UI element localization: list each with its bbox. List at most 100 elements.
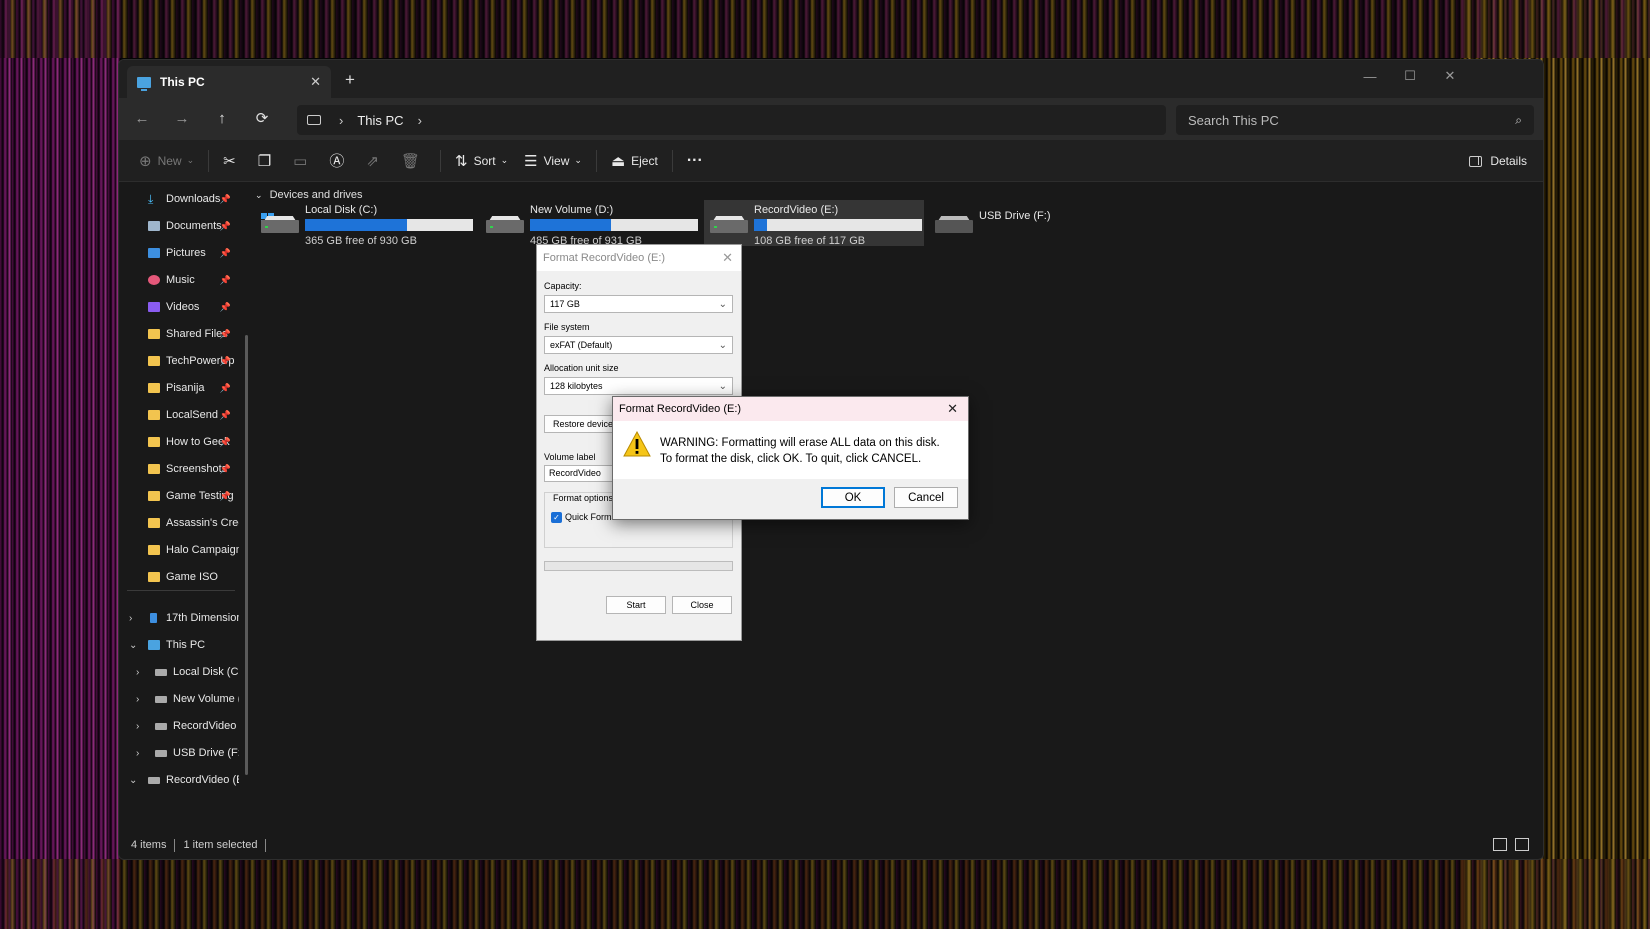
sidebar-item-usb-drive-f[interactable]: › USB Drive (F:) xyxy=(119,741,239,765)
sidebar-item-assassins-creed[interactable]: Assassin's Creed xyxy=(119,511,239,535)
sidebar-item-localsend[interactable]: LocalSend 📌 xyxy=(119,403,239,427)
search-input[interactable] xyxy=(1188,112,1488,128)
drive-usb-f[interactable]: USB Drive (F:) xyxy=(929,200,1099,246)
chevron-right-icon[interactable]: › xyxy=(129,613,132,624)
up-icon[interactable]: ↑ xyxy=(211,108,233,130)
format-dialog-title: Format RecordVideo (E:) xyxy=(543,252,666,264)
sidebar-item-this-pc[interactable]: ⌄ This PC xyxy=(119,633,239,657)
chevron-down-icon[interactable]: ⌄ xyxy=(129,640,137,651)
details-view-icon[interactable] xyxy=(1493,838,1507,851)
sidebar-item-videos[interactable]: Videos 📌 xyxy=(119,295,239,319)
capacity-select[interactable]: 117 GB ⌄ xyxy=(544,295,733,313)
drive-local-disk-c[interactable]: Local Disk (C:) 365 GB free of 930 GB xyxy=(255,200,475,247)
delete-button[interactable]: 🗑 xyxy=(393,146,434,176)
sidebar-item-local-disk-c[interactable]: › Local Disk (C:) xyxy=(119,660,239,684)
sidebar-item-screenshots[interactable]: Screenshots 📌 xyxy=(119,457,239,481)
sidebar-item-pisanija[interactable]: Pisanija 📌 xyxy=(119,376,239,400)
search-box[interactable]: ⌕ xyxy=(1176,105,1534,135)
quick-format-checkbox[interactable]: ✓ xyxy=(551,512,562,523)
pin-icon[interactable]: 📌 xyxy=(220,356,231,367)
drive-icon xyxy=(710,212,748,234)
sidebar-item-label: Game ISO xyxy=(166,571,218,583)
file-system-select[interactable]: exFAT (Default) ⌄ xyxy=(544,336,733,354)
pin-icon[interactable]: 📌 xyxy=(220,221,231,232)
sidebar-item-game-testing[interactable]: Game Testing 📌 xyxy=(119,484,239,508)
wallpaper-left xyxy=(0,0,120,929)
path-box[interactable]: › This PC › xyxy=(297,105,1166,135)
forward-icon[interactable]: → xyxy=(171,108,193,130)
details-button[interactable]: Details xyxy=(1469,146,1527,176)
sidebar-item-how-to-geek[interactable]: How to Geek 📌 xyxy=(119,430,239,454)
pin-icon[interactable]: 📌 xyxy=(220,491,231,502)
sidebar-item-pictures[interactable]: Pictures 📌 xyxy=(119,241,239,265)
sidebar-item-downloads[interactable]: ⤓ Downloads 📌 xyxy=(119,187,239,211)
allocation-value: 128 kilobytes xyxy=(550,381,603,391)
drive-recordvideo-e[interactable]: RecordVideo (E:) 108 GB free of 117 GB xyxy=(704,200,924,247)
pin-icon[interactable]: 📌 xyxy=(220,464,231,475)
eject-button[interactable]: ⏏ Eject xyxy=(603,146,666,176)
tab-close-icon[interactable]: ✕ xyxy=(310,74,321,90)
chevron-right-icon[interactable]: › xyxy=(136,721,139,732)
paste-button[interactable]: ▭ xyxy=(285,146,321,176)
pin-icon[interactable]: 📌 xyxy=(220,194,231,205)
sidebar-item-techpowerup[interactable]: TechPowerUp 📌 xyxy=(119,349,239,373)
pin-icon[interactable]: 📌 xyxy=(220,383,231,394)
pin-icon[interactable]: 📌 xyxy=(220,437,231,448)
rename-button[interactable]: Ⓐ xyxy=(321,146,358,176)
copy-button[interactable]: ❐ xyxy=(250,146,285,176)
pin-icon[interactable]: 📌 xyxy=(220,410,231,421)
search-icon[interactable]: ⌕ xyxy=(1515,113,1522,128)
breadcrumb-this-pc[interactable]: This PC xyxy=(357,113,403,128)
chevron-down-icon[interactable]: ⌄ xyxy=(129,775,137,786)
chevron-down-icon: ⌄ xyxy=(574,155,582,165)
sidebar-item-documents[interactable]: Documents 📌 xyxy=(119,214,239,238)
close-icon[interactable]: ✕ xyxy=(722,250,733,266)
sidebar-item-recordvideo-e[interactable]: › RecordVideo ( xyxy=(119,714,239,738)
sidebar-item-label: This PC xyxy=(166,639,206,651)
share-button[interactable]: ⇗ xyxy=(358,146,393,176)
new-tab-button[interactable]: + xyxy=(345,70,355,90)
cancel-button[interactable]: Cancel xyxy=(894,487,958,508)
pin-icon[interactable]: 📌 xyxy=(220,248,231,259)
sidebar-item-recordvideo-e-root[interactable]: ⌄ RecordVideo (E: xyxy=(119,768,239,792)
sidebar-item-shared-files[interactable]: Shared Files 📌 xyxy=(119,322,239,346)
sidebar-item-new-volume-d[interactable]: › New Volume (I xyxy=(119,687,239,711)
close-icon[interactable]: ✕ xyxy=(947,401,958,417)
sidebar-item-game-iso[interactable]: Game ISO xyxy=(119,565,239,589)
sidebar-item-label: Pisanija xyxy=(166,382,205,394)
tab-this-pc[interactable]: This PC ✕ xyxy=(127,66,331,98)
tiles-view-icon[interactable] xyxy=(1515,838,1529,851)
sidebar-item-music[interactable]: Music 📌 xyxy=(119,268,239,292)
allocation-label: Allocation unit size xyxy=(544,363,619,373)
chevron-right-icon[interactable]: › xyxy=(136,667,139,678)
chevron-right-icon[interactable]: › xyxy=(339,113,343,128)
chevron-right-icon[interactable]: › xyxy=(136,694,139,705)
pin-icon[interactable]: 📌 xyxy=(220,275,231,286)
close-window-icon[interactable]: ✕ xyxy=(1429,60,1471,92)
chevron-right-icon[interactable]: › xyxy=(418,113,422,128)
refresh-icon[interactable]: ⟳ xyxy=(251,108,273,130)
sort-button[interactable]: ⇅ Sort ⌄ xyxy=(447,146,516,176)
minimize-icon[interactable]: — xyxy=(1349,60,1391,92)
more-button[interactable]: ··· xyxy=(679,146,711,176)
maximize-icon[interactable]: ☐ xyxy=(1389,60,1431,92)
pin-icon[interactable]: 📌 xyxy=(220,329,231,340)
eject-icon: ⏏ xyxy=(610,152,626,170)
pin-icon[interactable]: 📌 xyxy=(220,302,231,313)
cut-button[interactable]: ✂ xyxy=(215,146,250,176)
drive-new-volume-d[interactable]: New Volume (D:) 485 GB free of 931 GB xyxy=(480,200,700,247)
back-icon[interactable]: ← xyxy=(131,108,153,130)
sidebar-item-17th-dimension[interactable]: › 17th Dimension' xyxy=(119,606,239,630)
allocation-select[interactable]: 128 kilobytes ⌄ xyxy=(544,377,733,395)
sidebar-scrollbar[interactable] xyxy=(245,335,248,775)
start-button[interactable]: Start xyxy=(606,596,666,614)
new-button[interactable]: ⊕ New ⌄ xyxy=(131,146,202,176)
sidebar-item-halo-campaign[interactable]: Halo Campaign xyxy=(119,538,239,562)
chevron-down-icon: ⌄ xyxy=(186,155,195,165)
toolbar-divider xyxy=(671,149,673,172)
chevron-right-icon[interactable]: › xyxy=(136,748,139,759)
close-button[interactable]: Close xyxy=(672,596,732,614)
view-button[interactable]: ☰ View ⌄ xyxy=(516,146,590,176)
sidebar-divider xyxy=(127,590,235,591)
ok-button[interactable]: OK xyxy=(821,487,885,508)
